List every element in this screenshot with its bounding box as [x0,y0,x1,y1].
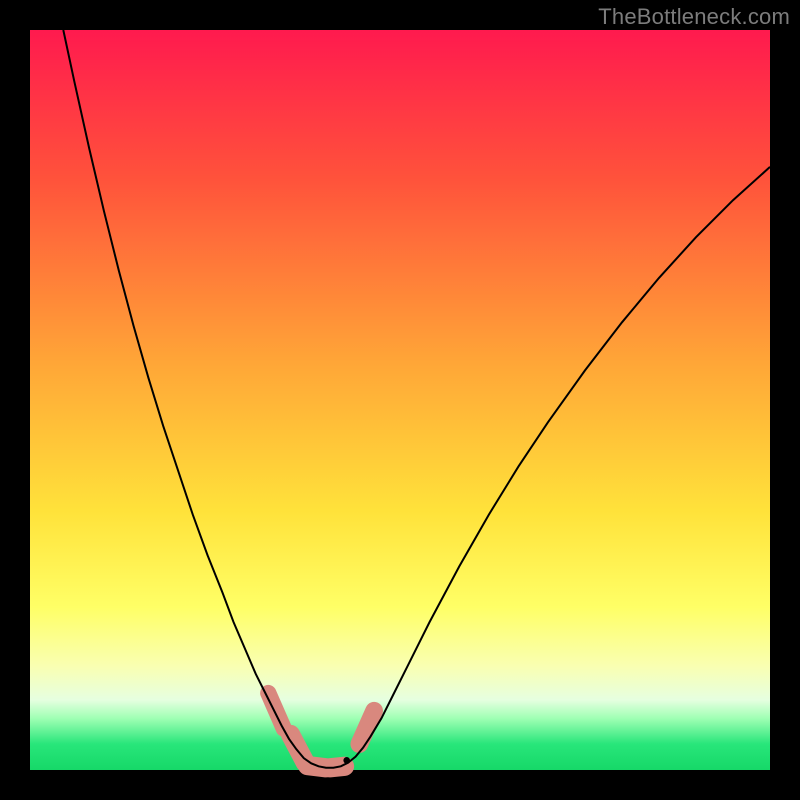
attribution-label: TheBottleneck.com [598,4,790,30]
plot-background [30,30,770,770]
chart-frame: TheBottleneck.com [0,0,800,800]
bottleneck-chart [30,30,770,770]
